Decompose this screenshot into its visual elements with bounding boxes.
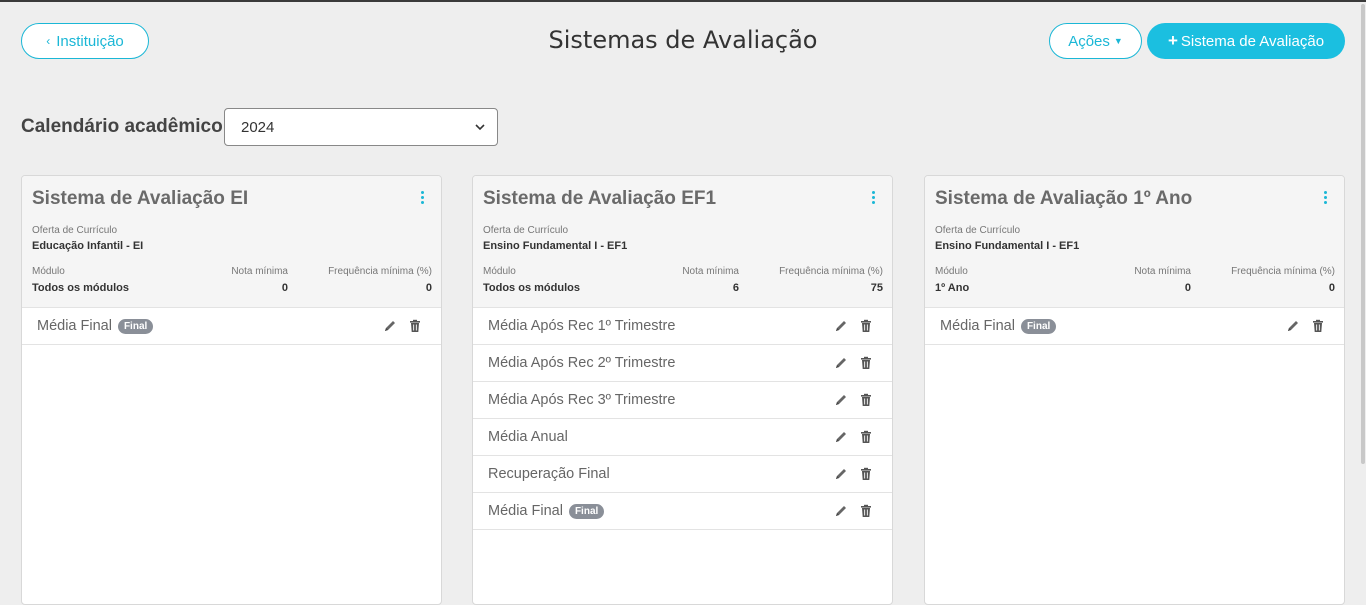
module-label: Módulo [32, 266, 65, 277]
trash-icon[interactable] [859, 319, 873, 333]
evaluation-system-card: Sistema de Avaliação 1º Ano Oferta de Cu… [924, 175, 1345, 605]
card-title: Sistema de Avaliação EI [32, 188, 249, 209]
actions-button-label: Ações [1068, 32, 1110, 50]
evaluation-system-card: Sistema de Avaliação EF1 Oferta de Currí… [472, 175, 893, 605]
academic-calendar-select[interactable]: 2024 [224, 108, 498, 146]
pencil-icon[interactable] [1286, 319, 1300, 333]
min-frequency-label: Frequência mínima (%) [779, 266, 883, 277]
min-grade-value: 0 [1184, 282, 1191, 294]
min-frequency-value: 0 [425, 282, 432, 294]
min-grade-label: Nota mínima [682, 266, 739, 277]
min-grade-value: 0 [281, 282, 288, 294]
trash-icon[interactable] [859, 430, 873, 444]
min-grade-value: 6 [732, 282, 739, 294]
module-value: 1º Ano [935, 282, 970, 294]
card-title: Sistema de Avaliação 1º Ano [935, 188, 1193, 209]
evaluation-name: Média Final [940, 318, 1015, 334]
evaluation-name: Média Final [488, 503, 563, 519]
min-frequency-value: 0 [1328, 282, 1335, 294]
evaluation-name: Média Após Rec 1º Trimestre [488, 318, 676, 334]
module-value: Todos os módulos [483, 282, 580, 294]
curriculum-value: Ensino Fundamental I - EF1 [935, 240, 1080, 252]
trash-icon[interactable] [859, 467, 873, 481]
evaluation-name: Média Após Rec 2º Trimestre [488, 355, 676, 371]
evaluation-name: Média Final [37, 318, 112, 334]
final-badge: Final [1020, 318, 1057, 334]
min-frequency-value: 75 [870, 282, 883, 294]
evaluation-name: Média Anual [488, 429, 568, 445]
add-evaluation-system-button[interactable]: + Sistema de Avaliação [1147, 23, 1345, 59]
pencil-icon[interactable] [834, 356, 848, 370]
curriculum-value: Educação Infantil - EI [32, 240, 144, 252]
evaluation-row: Recuperação Final [473, 456, 892, 493]
trash-icon[interactable] [408, 319, 422, 333]
kebab-menu-icon[interactable] [1324, 191, 1328, 204]
card-header: Sistema de Avaliação EF1 Oferta de Currí… [473, 176, 892, 308]
page-scrollbar[interactable] [1361, 4, 1365, 464]
trash-icon[interactable] [1311, 319, 1325, 333]
final-badge: Final [117, 318, 154, 334]
module-value: Todos os módulos [32, 282, 129, 294]
trash-icon[interactable] [859, 504, 873, 518]
card-header: Sistema de Avaliação EI Oferta de Curríc… [22, 176, 441, 308]
evaluation-list: Média Final Final [22, 308, 441, 345]
min-grade-label: Nota mínima [231, 266, 288, 277]
min-frequency-label: Frequência mínima (%) [1231, 266, 1335, 277]
evaluation-row: Média Final Final [22, 308, 441, 345]
curriculum-label: Oferta de Currículo [935, 225, 1021, 236]
academic-calendar-label: Calendário acadêmico: [21, 116, 230, 137]
evaluation-row: Média Após Rec 1º Trimestre [473, 308, 892, 345]
pencil-icon[interactable] [834, 430, 848, 444]
card-title: Sistema de Avaliação EF1 [483, 188, 717, 209]
curriculum-label: Oferta de Currículo [32, 225, 118, 236]
module-label: Módulo [935, 266, 968, 277]
evaluation-list: Média Após Rec 1º Trimestre Média Após Re… [473, 308, 892, 530]
pencil-icon[interactable] [383, 319, 397, 333]
evaluation-row: Média Final Final [473, 493, 892, 530]
evaluation-row: Média Após Rec 2º Trimestre [473, 345, 892, 382]
pencil-icon[interactable] [834, 504, 848, 518]
actions-dropdown-button[interactable]: Ações ▼ [1049, 23, 1142, 59]
kebab-menu-icon[interactable] [421, 191, 425, 204]
academic-calendar-value: 2024 [241, 118, 275, 136]
evaluation-row: Média Após Rec 3º Trimestre [473, 382, 892, 419]
plus-icon: + [1167, 31, 1178, 50]
pencil-icon[interactable] [834, 467, 848, 481]
pencil-icon[interactable] [834, 319, 848, 333]
curriculum-value: Ensino Fundamental I - EF1 [483, 240, 628, 252]
evaluation-list: Média Final Final [925, 308, 1344, 345]
evaluation-row: Média Final Final [925, 308, 1344, 345]
curriculum-label: Oferta de Currículo [483, 225, 569, 236]
evaluation-system-card: Sistema de Avaliação EI Oferta de Curríc… [21, 175, 442, 605]
evaluation-row: Média Anual [473, 419, 892, 456]
add-button-label: Sistema de Avaliação [1180, 32, 1325, 50]
card-header: Sistema de Avaliação 1º Ano Oferta de Cu… [925, 176, 1344, 308]
trash-icon[interactable] [859, 393, 873, 407]
pencil-icon[interactable] [834, 393, 848, 407]
evaluation-name: Média Após Rec 3º Trimestre [488, 392, 676, 408]
min-frequency-label: Frequência mínima (%) [328, 266, 432, 277]
final-badge: Final [568, 503, 605, 519]
chevron-down-icon [475, 124, 485, 131]
module-label: Módulo [483, 266, 516, 277]
evaluation-name: Recuperação Final [488, 466, 610, 482]
trash-icon[interactable] [859, 356, 873, 370]
caret-down-icon: ▼ [1113, 36, 1123, 46]
kebab-menu-icon[interactable] [872, 191, 876, 204]
min-grade-label: Nota mínima [1134, 266, 1191, 277]
